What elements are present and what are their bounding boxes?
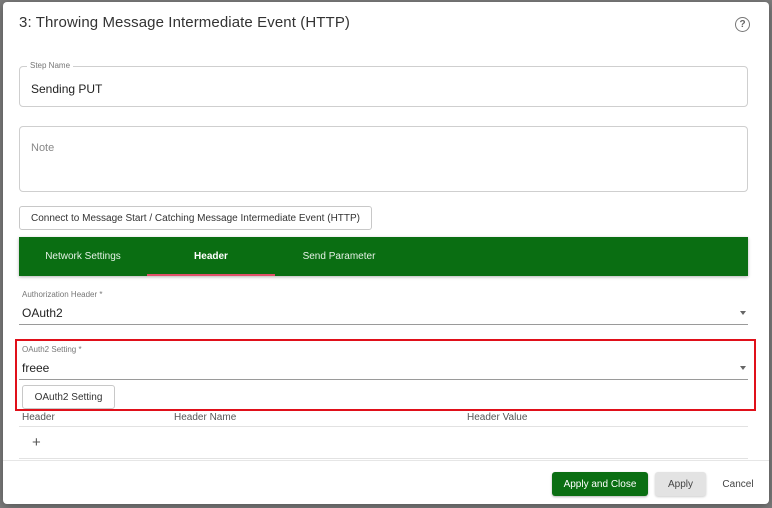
step-name-value[interactable]: Sending PUT (31, 82, 102, 96)
cancel-button[interactable]: Cancel (714, 472, 762, 496)
table-divider (19, 426, 748, 427)
connect-button[interactable]: Connect to Message Start / Catching Mess… (19, 206, 372, 230)
oauth2-setting-value[interactable]: freee (22, 361, 49, 375)
dialog-title: 3: Throwing Message Intermediate Event (… (19, 14, 351, 31)
table-divider (19, 458, 748, 459)
apply-button[interactable]: Apply (655, 472, 706, 496)
column-header-name: Header Name (174, 412, 237, 423)
chevron-down-icon[interactable] (740, 366, 746, 370)
note-field[interactable]: Note (19, 126, 748, 192)
tab-header[interactable]: Header (147, 237, 275, 276)
footer-divider (3, 460, 769, 461)
column-header-value: Header Value (467, 412, 528, 423)
oauth2-setting-underline (19, 379, 748, 380)
tab-network-settings[interactable]: Network Settings (19, 237, 147, 276)
note-placeholder: Note (31, 142, 55, 154)
tab-send-parameter[interactable]: Send Parameter (275, 237, 403, 276)
active-tab-indicator (147, 274, 275, 276)
chevron-down-icon[interactable] (740, 311, 746, 315)
tab-bar: Network Settings Header Send Parameter (19, 237, 748, 276)
highlight-frame (15, 339, 756, 411)
authorization-header-underline (19, 324, 748, 325)
apply-and-close-button[interactable]: Apply and Close (552, 472, 648, 496)
oauth2-setting-label: OAuth2 Setting * (22, 345, 82, 354)
column-header: Header (22, 412, 55, 423)
step-name-field[interactable]: Step Name Sending PUT (19, 61, 748, 107)
authorization-header-label: Authorization Header * (22, 290, 103, 299)
authorization-header-value[interactable]: OAuth2 (22, 306, 63, 320)
oauth2-setting-button[interactable]: OAuth2 Setting (22, 385, 115, 409)
add-icon[interactable]: + (32, 434, 41, 451)
help-icon[interactable]: ? (735, 17, 750, 32)
step-name-label: Step Name (27, 61, 74, 70)
